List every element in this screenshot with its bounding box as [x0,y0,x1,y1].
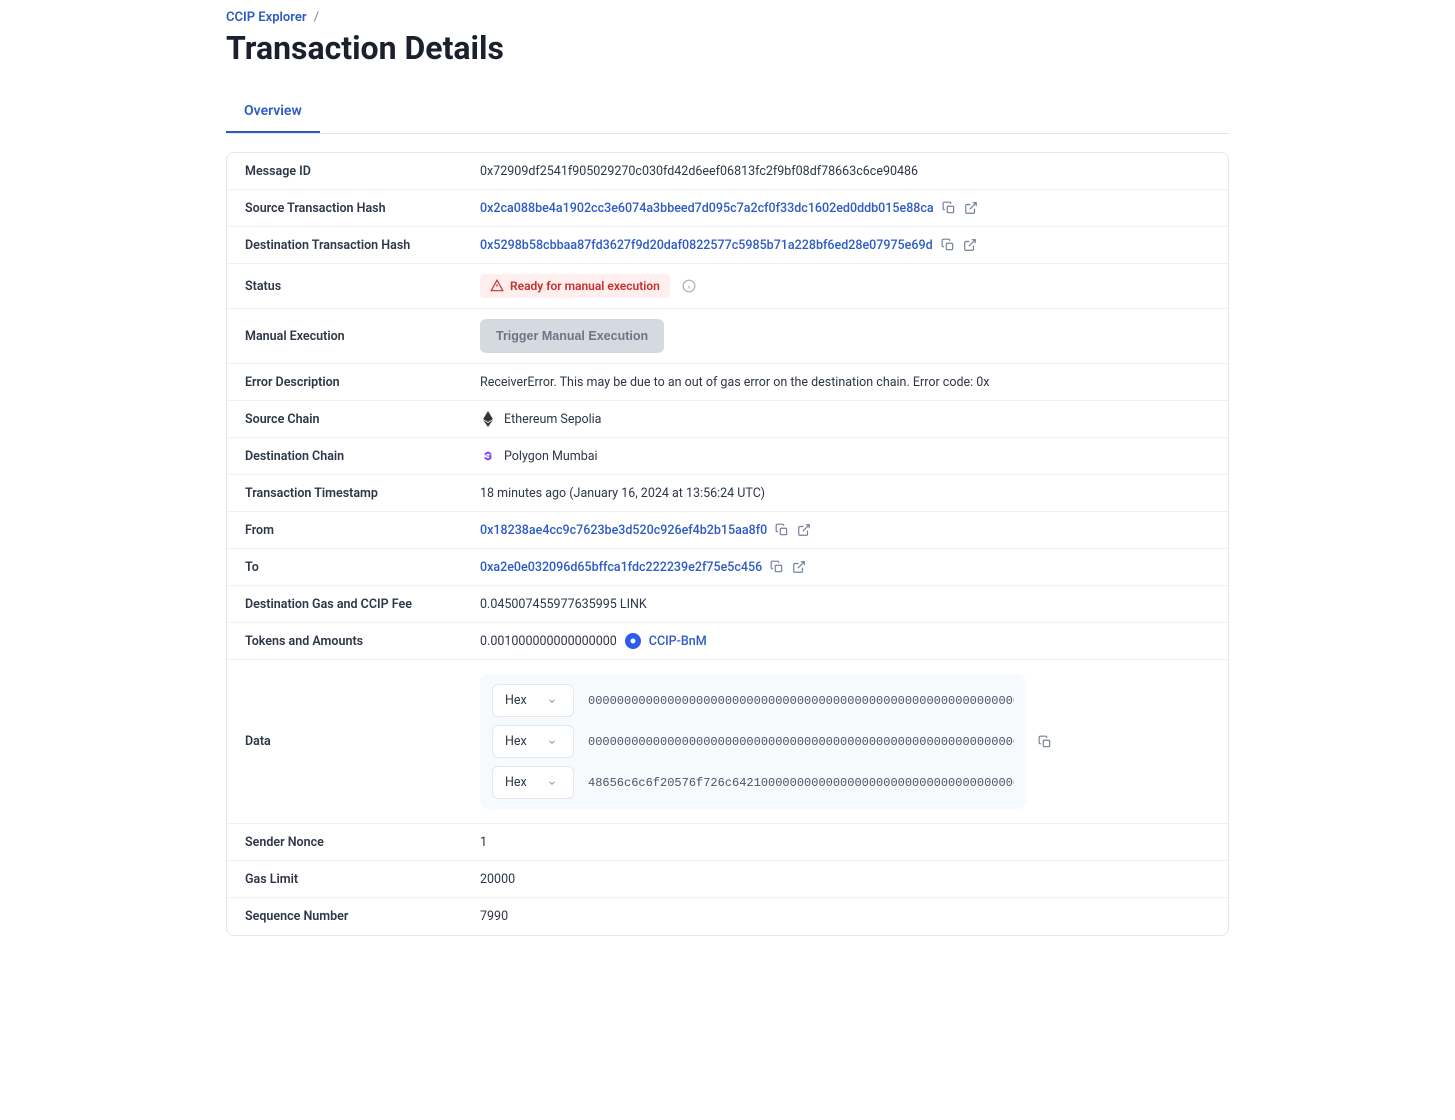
breadcrumb-separator: / [314,10,319,25]
copy-icon[interactable] [1038,735,1052,749]
breadcrumb: CCIP Explorer / [226,10,1229,25]
copy-icon[interactable] [941,238,955,252]
label-message-id: Message ID [227,154,480,189]
dst-hash-link[interactable]: 0x5298b58cbbaa87fd3627f9d20daf0822577c59… [480,238,933,253]
label-manual: Manual Execution [227,319,480,354]
page-title: Transaction Details [226,29,1229,67]
warning-icon [490,279,504,293]
encoding-select[interactable]: Hex [492,684,574,717]
label-seq: Sequence Number [227,899,480,934]
details-card: Message ID 0x72909df2541f905029270c030fd… [226,152,1229,936]
chevron-down-icon [547,778,557,788]
value-gas: 20000 [480,862,1228,897]
copy-icon[interactable] [942,201,956,215]
label-gas: Gas Limit [227,862,480,897]
value-seq: 7990 [480,899,1228,934]
label-src-hash: Source Transaction Hash [227,191,480,226]
breadcrumb-link[interactable]: CCIP Explorer [226,10,307,25]
polygon-icon [480,448,496,464]
token-amount: 0.001000000000000000 [480,634,617,649]
encoding-select[interactable]: Hex [492,766,574,799]
value-nonce: 1 [480,825,1228,860]
external-link-icon[interactable] [963,238,977,252]
label-tokens: Tokens and Amounts [227,624,480,659]
trigger-manual-button[interactable]: Trigger Manual Execution [480,319,664,353]
chevron-down-icon [547,737,557,747]
copy-icon[interactable] [770,560,784,574]
status-text: Ready for manual execution [510,279,660,293]
copy-icon[interactable] [775,523,789,537]
label-nonce: Sender Nonce [227,825,480,860]
value-message-id: 0x72909df2541f905029270c030fd42d6eef0681… [480,154,1228,189]
data-row: Hex 48656c6c6f20576f726c6421000000000000… [492,766,1014,799]
hex-value: 0000000000000000000000000000000000000000… [584,686,1014,716]
external-link-icon[interactable] [964,201,978,215]
tab-overview[interactable]: Overview [226,91,320,133]
label-dst-hash: Destination Transaction Hash [227,228,480,263]
dst-chain-name: Polygon Mumbai [504,449,598,464]
label-timestamp: Transaction Timestamp [227,476,480,511]
to-address-link[interactable]: 0xa2e0e032096d65bffca1fdc222239e2f75e5c4… [480,560,762,575]
hex-value: 48656c6c6f20576f726c64210000000000000000… [584,768,1014,798]
token-icon [625,633,641,649]
label-data: Data [227,724,480,759]
tabs: Overview [226,91,1229,134]
encoding-select[interactable]: Hex [492,725,574,758]
label-from: From [227,513,480,548]
status-badge: Ready for manual execution [480,274,670,298]
value-timestamp: 18 minutes ago (January 16, 2024 at 13:5… [480,476,1228,511]
label-src-chain: Source Chain [227,402,480,437]
external-link-icon[interactable] [792,560,806,574]
token-name-link[interactable]: CCIP-BnM [649,634,707,649]
data-row: Hex 000000000000000000000000000000000000… [492,684,1014,717]
src-hash-link[interactable]: 0x2ca088be4a1902cc3e6074a3bbeed7d095c7a2… [480,201,934,216]
src-chain-name: Ethereum Sepolia [504,412,602,427]
chevron-down-icon [547,696,557,706]
info-icon[interactable] [682,279,696,293]
value-fee: 0.045007455977635995 LINK [480,587,1228,622]
label-to: To [227,550,480,585]
label-error: Error Description [227,365,480,400]
value-error: ReceiverError. This may be due to an out… [480,365,1228,400]
label-status: Status [227,269,480,304]
hex-value: 0000000000000000000000000000000000000000… [584,727,1014,757]
from-address-link[interactable]: 0x18238ae4cc9c7623be3d520c926ef4b2b15aa8… [480,523,767,538]
data-row: Hex 000000000000000000000000000000000000… [492,725,1014,758]
ethereum-icon [480,411,496,427]
label-dst-chain: Destination Chain [227,439,480,474]
label-fee: Destination Gas and CCIP Fee [227,587,480,622]
external-link-icon[interactable] [797,523,811,537]
